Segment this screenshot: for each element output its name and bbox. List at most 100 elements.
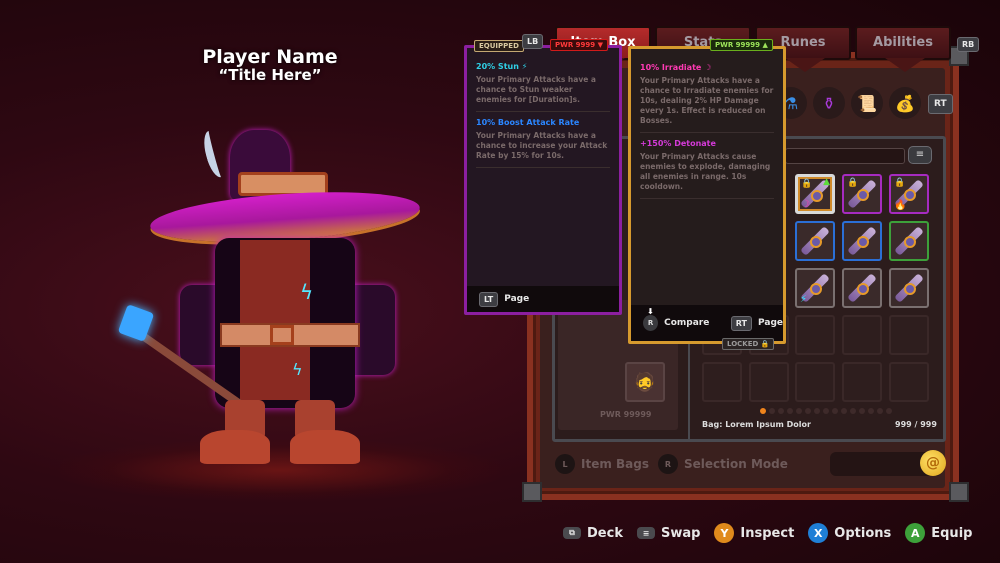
legend-label: Swap (660, 525, 701, 541)
stick-label: R (647, 319, 654, 327)
bag-glyph: 💰 (895, 93, 915, 113)
page-dot[interactable] (859, 408, 865, 414)
empty-inventory-slot[interactable] (889, 315, 929, 355)
glow-rune: ϟ (292, 360, 303, 379)
page-dot[interactable] (832, 408, 838, 414)
coin-sack-icon[interactable]: 💰 (889, 87, 921, 119)
rt-button-hint[interactable]: RT (928, 94, 953, 114)
inventory-item-slot[interactable] (795, 221, 835, 261)
page-dot[interactable] (787, 408, 793, 414)
lock-icon: 🔒 (801, 179, 813, 189)
controller-button-icon: X (808, 523, 829, 543)
lt-button-hint[interactable]: LT (479, 291, 499, 307)
legend-inspect[interactable]: Y Inspect (714, 523, 794, 543)
legend-label: Options (834, 525, 892, 541)
scroll-icon[interactable]: 📜 (851, 87, 883, 119)
lb-button-hint[interactable]: LB (522, 34, 544, 49)
empty-inventory-slot[interactable] (795, 315, 835, 355)
tab-label: Abilities (873, 35, 933, 50)
legend-swap[interactable]: ≡ Swap (636, 525, 701, 541)
rt-page-button-hint[interactable]: RT (730, 315, 753, 331)
effect-description: Your Primary Attacks cause enemies to ex… (640, 152, 774, 199)
gold-coin-icon: @ (920, 450, 946, 476)
page-dot[interactable] (805, 408, 811, 414)
legend-options[interactable]: X Options (808, 523, 891, 543)
page-dot[interactable] (814, 408, 820, 414)
controller-button-icon: ⧉ (563, 527, 581, 539)
page-dot[interactable] (769, 408, 775, 414)
press-down-icon: ⬇ (647, 307, 654, 316)
page-label: Page (758, 318, 783, 328)
menu-icon: ≡ (915, 149, 925, 160)
empty-inventory-slot[interactable] (842, 315, 882, 355)
page-dot[interactable] (778, 408, 784, 414)
page-dot[interactable] (886, 408, 892, 414)
empty-inventory-slot[interactable] (702, 362, 742, 402)
rb-button-hint[interactable]: RB (957, 37, 980, 52)
tab-label: Runes (780, 35, 826, 50)
sword-hilt (904, 283, 916, 295)
effect-title: 20% Stun ⚡ (476, 62, 528, 71)
controller-button-icon: ≡ (636, 527, 655, 539)
page-dot[interactable] (850, 408, 856, 414)
inventory-item-slot[interactable] (889, 221, 929, 261)
bag-capacity: 999 / 999 (895, 420, 937, 429)
equipped-power-badge: PWR 9999 ▼ (550, 39, 608, 51)
feather (200, 128, 230, 180)
panel-corner (949, 482, 969, 502)
inventory-item-slot[interactable]: 🔒 🔥 (889, 174, 929, 214)
belt-buckle (270, 325, 294, 345)
player-info: Player Name “Title Here” (170, 46, 370, 84)
sword-hilt (811, 190, 823, 202)
page-dot[interactable] (760, 408, 766, 414)
power-value: PWR 99999 (715, 41, 761, 49)
inventory-item-slot[interactable]: 🔒 ▲ ☽ (795, 174, 835, 214)
arrow-up-icon: ▲ (762, 41, 768, 49)
tab-abilities[interactable]: Abilities (855, 26, 951, 72)
empty-inventory-slot[interactable] (889, 362, 929, 402)
filter-menu-button[interactable]: ≡ (908, 146, 932, 164)
player-name: Player Name (202, 46, 338, 68)
inventory-item-slot[interactable] (889, 268, 929, 308)
sword-hilt (857, 283, 869, 295)
compare-power-badge: PWR 99999 ▲ (710, 39, 773, 51)
selection-mode-button[interactable]: R Selection Mode (658, 454, 788, 474)
page-dot[interactable] (841, 408, 847, 414)
effect-badge-icon: ⚡ (800, 294, 808, 305)
inventory-item-slot[interactable]: 🔒 (842, 174, 882, 214)
potion-bag-purple-icon[interactable]: ⚱ (813, 87, 845, 119)
controller-button-icon: Y (714, 523, 735, 543)
page-dot[interactable] (868, 408, 874, 414)
arrow-down-icon: ▼ (597, 41, 603, 49)
player-avatar[interactable]: 🧔 (625, 362, 665, 402)
legend-deck[interactable]: ⧉ Deck (563, 526, 623, 541)
item-bags-button[interactable]: L Item Bags (555, 454, 649, 474)
left-boot (200, 430, 270, 464)
page-dot[interactable] (796, 408, 802, 414)
avatar-icon: 🧔 (633, 371, 657, 393)
equipped-item-tooltip: 20% Stun ⚡ Your Primary Attacks have a c… (464, 45, 622, 315)
page-dot[interactable] (877, 408, 883, 414)
sword-hilt (810, 283, 822, 295)
panel-corner (522, 482, 542, 502)
legend-equip[interactable]: A Equip (905, 523, 972, 543)
selection-mode-label: Selection Mode (684, 457, 788, 471)
inventory-item-slot[interactable] (842, 268, 882, 308)
left-stick-icon: L (555, 454, 575, 474)
locked-badge: LOCKED 🔒 (722, 338, 775, 350)
page-indicator (760, 408, 892, 414)
empty-inventory-slot[interactable] (795, 362, 835, 402)
page-dot[interactable] (823, 408, 829, 414)
glow-rune: ϟ (300, 280, 314, 304)
compare-button[interactable]: ⬇ R (643, 307, 659, 331)
inventory-item-slot[interactable] (842, 221, 882, 261)
lock-icon: 🔒 (760, 340, 770, 348)
player-title: “Title Here” (218, 66, 322, 84)
empty-inventory-slot[interactable] (749, 362, 789, 402)
bag-name: Bag: Lorem Ipsum Dolor (702, 420, 811, 429)
empty-inventory-slot[interactable] (842, 362, 882, 402)
inventory-search-input[interactable] (785, 148, 905, 164)
inventory-item-slot[interactable]: ⚡ (795, 268, 835, 308)
sword-hilt (810, 236, 822, 248)
character-model: ϟ ϟ (110, 110, 440, 480)
